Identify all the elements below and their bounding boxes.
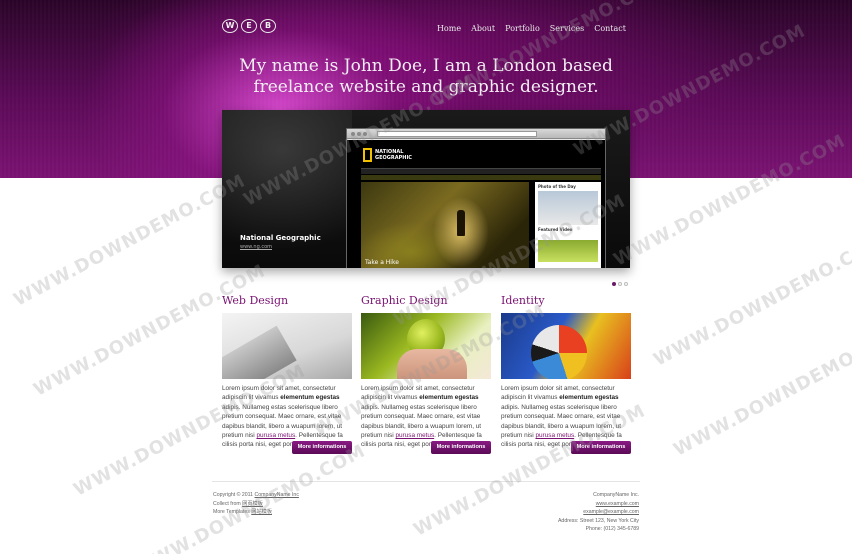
footer-email[interactable]: example@example.com — [558, 508, 639, 517]
headline-line: My name is John Doe, I am a London based — [239, 56, 613, 76]
nav-home[interactable]: Home — [437, 24, 461, 33]
browser-screenshot: NATIONAL GEOGRAPHIC Take a Hike Photo of… — [346, 128, 606, 268]
side-photo — [538, 191, 598, 225]
pager-dot[interactable] — [612, 282, 616, 286]
service-column-graphic: Graphic Design Lorem ipsum dolor sit ame… — [361, 294, 491, 454]
identity-image — [501, 313, 631, 379]
hero-headline: My name is John Doe, I am a London based… — [222, 56, 630, 98]
address-bar — [377, 131, 537, 137]
screenshot-nav — [361, 168, 601, 174]
column-title: Identity — [501, 294, 545, 307]
side-label: Photo of the Day — [538, 184, 576, 189]
watermark: WWW.DOWNDEMO.COM — [670, 320, 852, 461]
copyright: Copyright © 2011 CompanyName Inc — [213, 492, 299, 498]
nav-portfolio[interactable]: Portfolio — [505, 24, 540, 33]
headline-line: freelance website and graphic designer. — [253, 77, 599, 97]
column-title: Graphic Design — [361, 294, 448, 307]
column-text: Lorem ipsum dolor sit amet, consectetur … — [222, 385, 344, 449]
slider-pager — [612, 282, 628, 286]
nav-about[interactable]: About — [471, 24, 495, 33]
slide-link[interactable]: www.ng.com — [240, 244, 272, 250]
footer-address: Address: Street 123, New York City — [557, 517, 639, 524]
logo-letter: B — [260, 19, 276, 33]
logo-letter: W — [222, 19, 238, 33]
more-info-button[interactable]: More informations — [571, 441, 631, 454]
templates-link[interactable]: 网站模板 — [251, 509, 272, 515]
nav-services[interactable]: Services — [550, 24, 584, 33]
more-info-button[interactable]: More informations — [292, 441, 352, 454]
company-link[interactable]: CompanyName Inc — [255, 492, 299, 498]
service-column-web: Web Design Lorem ipsum dolor sit amet, c… — [222, 294, 352, 454]
column-title: Web Design — [222, 294, 289, 307]
main-nav: Home About Portfolio Services Contact — [437, 24, 626, 33]
featured-slider[interactable]: National Geographic www.ng.com NATIONAL … — [222, 110, 630, 268]
footer-line: More Templates 网站模板 — [213, 509, 273, 516]
screenshot-sidebar: Photo of the Day Featured Video — [535, 182, 601, 268]
window-controls — [351, 132, 367, 136]
screenshot-photo: Take a Hike — [361, 182, 529, 268]
footer-company: CompanyName Inc. — [593, 492, 639, 498]
footer-left: Copyright © 2011 CompanyName Inc Collect… — [213, 491, 299, 517]
screenshot-subnav — [361, 175, 601, 180]
watermark: WWW.DOWNDEMO.COM — [650, 230, 852, 371]
browser-chrome — [347, 129, 605, 139]
inline-link[interactable]: purusa metus — [535, 432, 574, 439]
pager-dot[interactable] — [618, 282, 622, 286]
footer-website[interactable]: www.example.com — [558, 500, 639, 509]
footer-contact: CompanyName Inc. www.example.com example… — [558, 491, 639, 534]
side-video-thumb — [538, 240, 598, 262]
photo-caption: Take a Hike — [365, 259, 399, 266]
column-text: Lorem ipsum dolor sit amet, consectetur … — [361, 385, 483, 449]
side-label: Featured Video — [538, 227, 573, 232]
service-column-identity: Identity Lorem ipsum dolor sit amet, con… — [501, 294, 631, 454]
web-design-image — [222, 313, 352, 379]
more-info-button[interactable]: More informations — [431, 441, 491, 454]
inline-link[interactable]: purusa metus — [395, 432, 434, 439]
hiker-figure — [457, 210, 465, 236]
graphic-design-image — [361, 313, 491, 379]
slide-title: National Geographic — [240, 234, 321, 242]
ng-logo-text: NATIONAL GEOGRAPHIC — [375, 149, 412, 161]
laptop-edge — [222, 325, 297, 379]
site-logo[interactable]: W E B — [222, 19, 276, 33]
ng-logo: NATIONAL GEOGRAPHIC — [363, 146, 417, 164]
collect-link[interactable]: 网页模板 — [242, 501, 263, 507]
pager-dot[interactable] — [624, 282, 628, 286]
color-wheel — [531, 325, 587, 379]
screenshot-page: NATIONAL GEOGRAPHIC Take a Hike Photo of… — [347, 140, 605, 268]
inline-link[interactable]: purusa metus — [256, 432, 295, 439]
hand — [397, 349, 467, 379]
logo-letter: E — [241, 19, 257, 33]
footer-divider — [212, 481, 640, 482]
footer-phone: Phone: (012) 345-6789 — [585, 526, 639, 533]
ng-logo-frame-icon — [363, 148, 372, 162]
watermark: WWW.DOWNDEMO.COM — [10, 170, 250, 311]
nav-contact[interactable]: Contact — [594, 24, 626, 33]
column-text: Lorem ipsum dolor sit amet, consectetur … — [501, 385, 623, 449]
footer-line: Collect from 网页模板 — [213, 500, 263, 507]
